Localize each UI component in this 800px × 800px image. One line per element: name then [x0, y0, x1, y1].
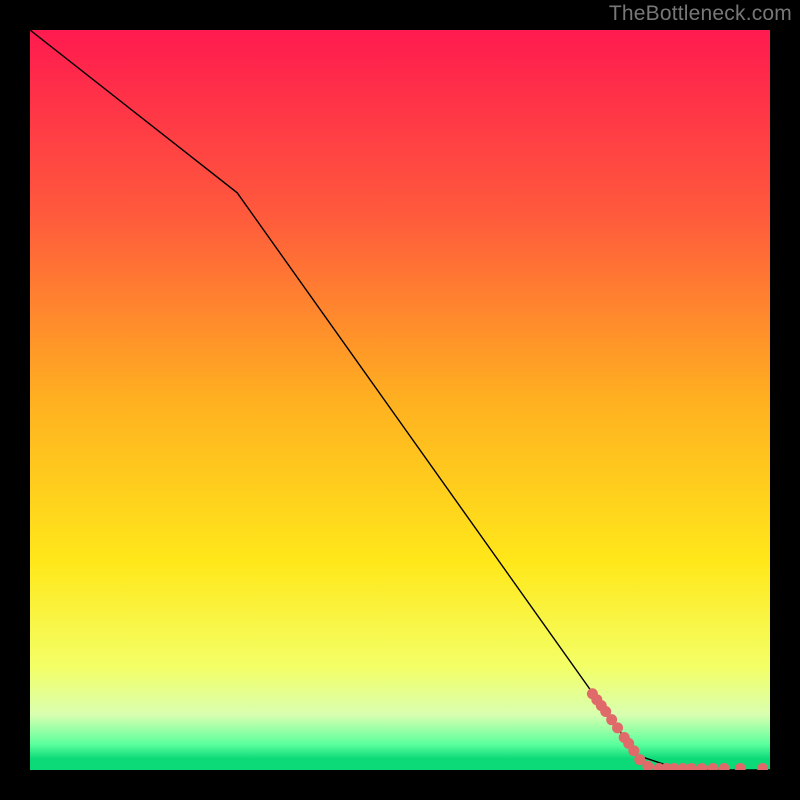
- plot-area: [30, 30, 770, 770]
- marker-dot: [612, 722, 623, 733]
- gradient-background: [30, 30, 770, 770]
- chart-container: TheBottleneck.com: [0, 0, 800, 800]
- chart-svg: [30, 30, 770, 770]
- attribution-text: TheBottleneck.com: [609, 2, 792, 26]
